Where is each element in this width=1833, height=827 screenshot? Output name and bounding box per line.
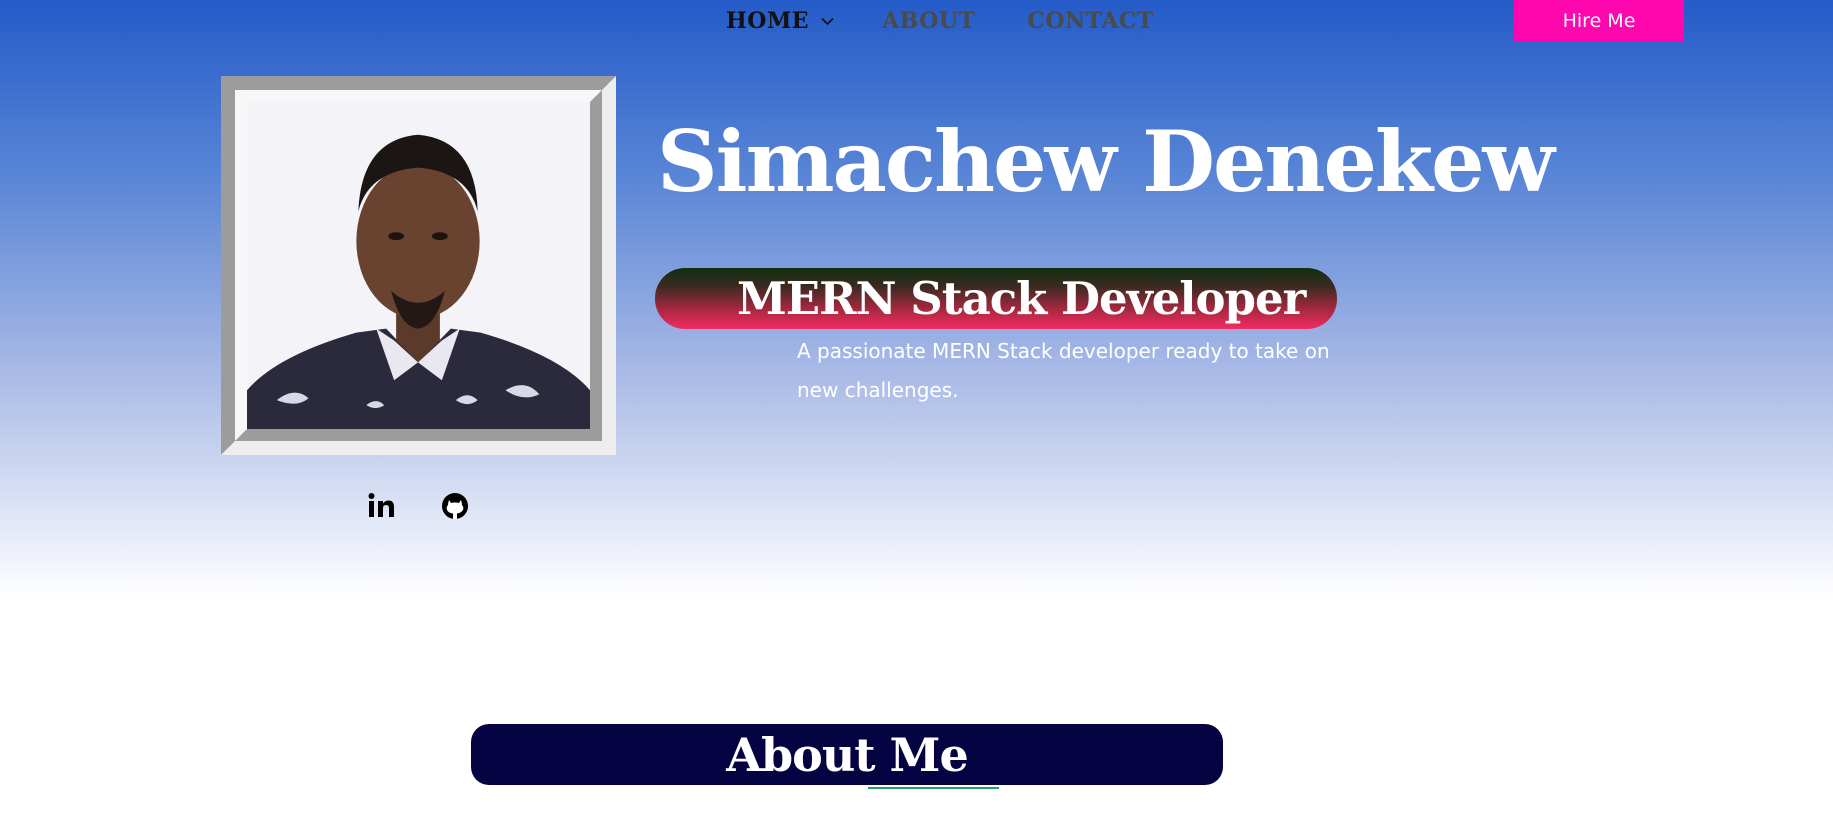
role-badge: MERN Stack Developer bbox=[655, 268, 1337, 329]
nav-contact[interactable]: CONTACT bbox=[1027, 8, 1153, 34]
chevron-down-icon bbox=[821, 17, 834, 25]
hire-me-button[interactable]: Hire Me bbox=[1514, 0, 1684, 42]
nav-about[interactable]: ABOUT bbox=[882, 8, 975, 34]
about-underline bbox=[868, 787, 999, 789]
profile-photo-frame bbox=[221, 76, 616, 455]
hero-tagline: A passionate MERN Stack developer ready … bbox=[797, 339, 1330, 402]
main-nav: HOME ABOUT CONTACT bbox=[726, 4, 1206, 38]
profile-photo bbox=[247, 102, 590, 429]
github-icon[interactable] bbox=[441, 492, 469, 520]
linkedin-icon[interactable] bbox=[367, 492, 395, 520]
hero-name: Simachew Denekew bbox=[657, 112, 1555, 211]
about-heading: About Me bbox=[471, 724, 1223, 785]
about-title: About Me bbox=[726, 727, 968, 782]
nav-home[interactable]: HOME bbox=[726, 8, 834, 34]
nav-home-label: HOME bbox=[726, 8, 810, 34]
hero-section: HOME ABOUT CONTACT Hire Me Simachew Dene… bbox=[0, 0, 1833, 598]
